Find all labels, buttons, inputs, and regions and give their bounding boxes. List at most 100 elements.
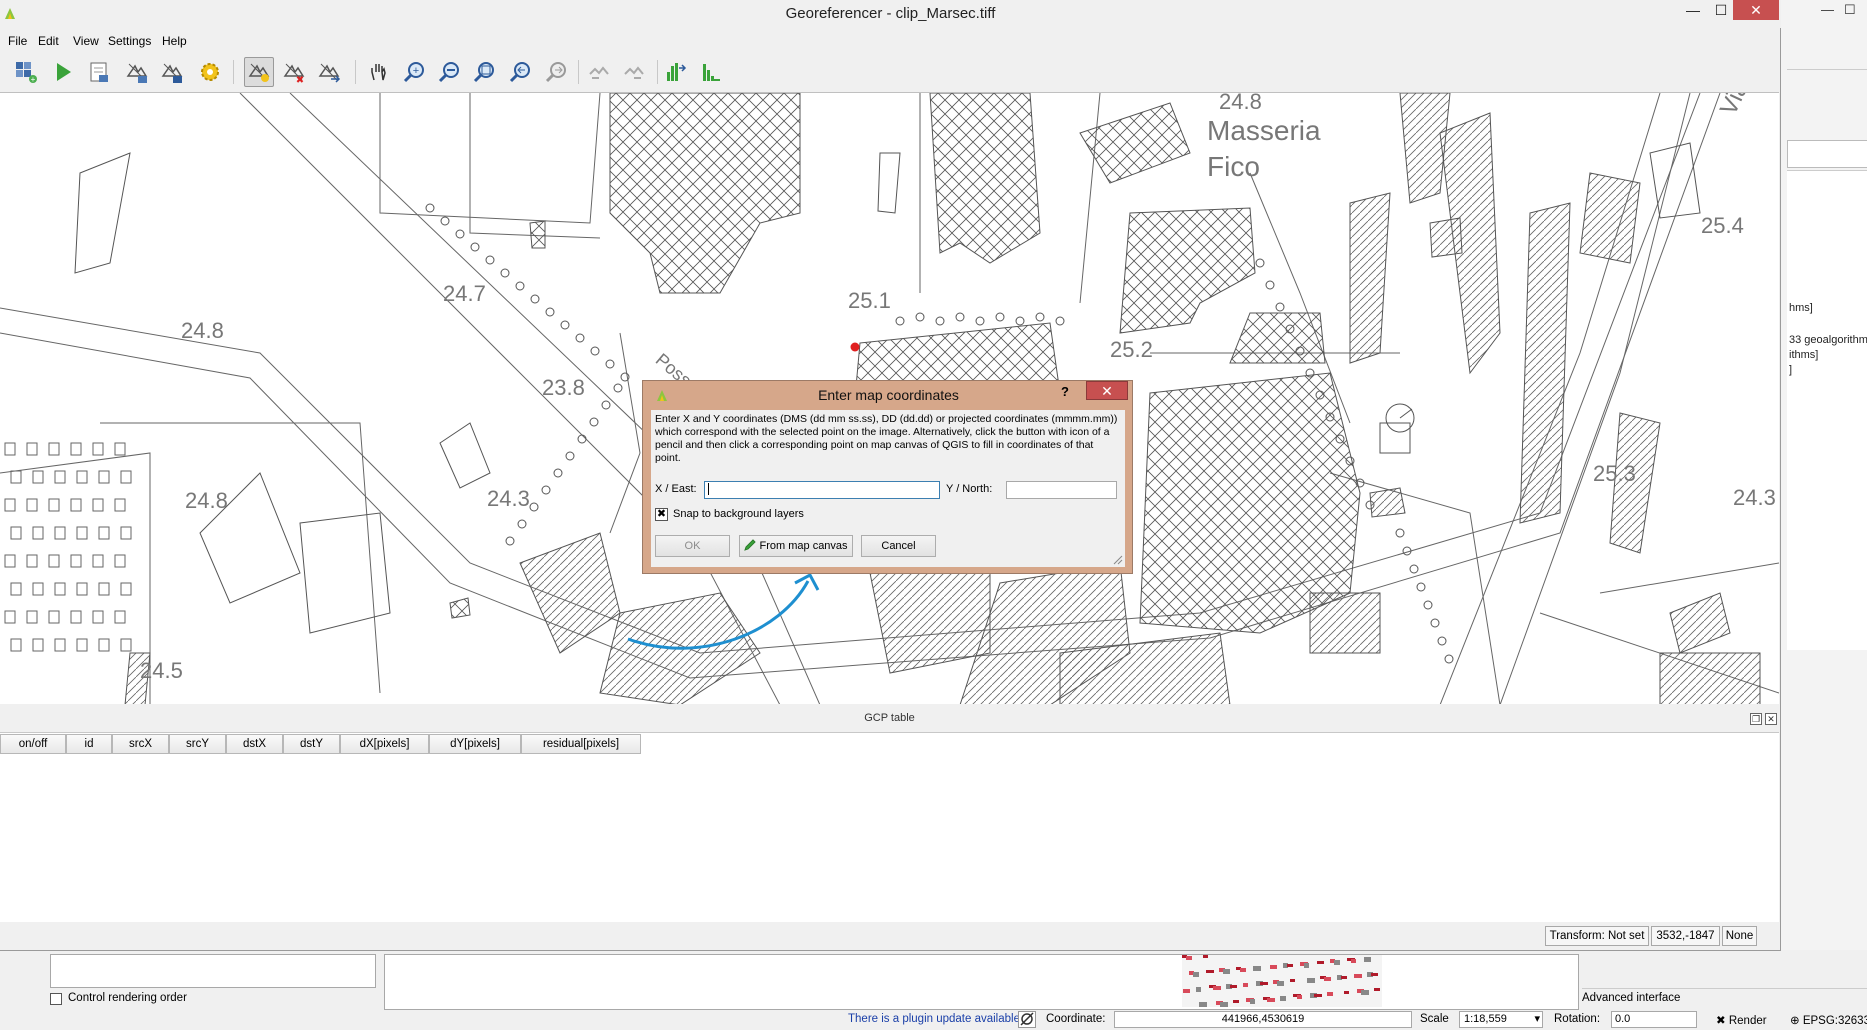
scale-label: Scale [1420,1013,1449,1025]
float-dock-icon[interactable]: ❐ [1750,713,1762,725]
crs-label[interactable]: None [1722,926,1757,946]
generate-gdal-script-icon[interactable] [84,57,114,87]
overview-panel[interactable] [384,954,1579,1010]
text-caret [708,483,709,496]
scale-value: 1:18,559 [1464,1013,1507,1025]
gcp-table-title: GCP table [864,712,915,724]
rotation-spinbox[interactable]: 0.0 [1611,1011,1697,1028]
map-label: 24.8 [181,318,224,343]
dialog-close-button[interactable]: ✕ [1086,381,1128,400]
toolbar-separator [355,60,356,84]
toolbox-item[interactable]: ithms] [1789,349,1818,361]
title-bar[interactable]: Georeferencer - clip_Marsec.tiff — ☐ ✕ [0,0,1781,28]
toolbar-separator [233,60,234,84]
toolbox-item[interactable]: hms] [1789,302,1813,314]
epsg-label: EPSG:32633 [1802,1015,1867,1027]
toolbar-separator [578,60,579,84]
render-row[interactable]: ✖ Render [1716,1013,1767,1027]
dialog-title-bar[interactable]: Enter map coordinates ? ✕ [643,381,1134,409]
column-header-dsty[interactable]: dstY [283,734,340,754]
x-east-label: X / East: [655,483,697,495]
coordinate-field[interactable]: 441966,4530619 [1114,1011,1412,1028]
zoom-in-icon[interactable]: + [399,57,429,87]
control-rendering-order-checkbox[interactable] [50,993,62,1005]
toolbox-item[interactable]: 33 geoalgorithms] [1789,334,1867,346]
map-label: 24.3 [487,486,530,511]
full-histogram-stretch-icon[interactable] [661,57,691,87]
render-label: Render [1728,1015,1767,1027]
gcp-table-dock-header[interactable]: GCP table ❐ ✕ [0,712,1779,727]
column-header-srcx[interactable]: srcX [112,734,169,754]
menu-view[interactable]: View [73,34,99,48]
map-label: 24.8 [185,488,228,513]
from-map-canvas-button[interactable]: From map canvas [739,535,853,557]
map-label: 24.7 [443,281,486,306]
toolbox-search-stub[interactable] [1787,140,1867,168]
column-header-residual[interactable]: residual[pixels] [521,734,641,754]
toolbox-item[interactable]: ] [1789,364,1792,376]
georeferencer-toolbar: + ✖ + [0,54,1781,90]
layer-order-list[interactable] [50,954,376,988]
local-histogram-stretch-icon[interactable] [696,57,726,87]
save-gcp-points-icon[interactable] [157,57,187,87]
close-dock-icon[interactable]: ✕ [1765,713,1777,725]
coordinate-label: Coordinate: [1046,1013,1106,1025]
x-east-input[interactable] [704,481,940,499]
link-qgis-to-georef-icon[interactable] [619,57,649,87]
gcp-table[interactable]: on/off id srcX srcY dstX dstY dX[pixels]… [0,732,1779,922]
transform-status: Transform: Not set [1545,926,1649,946]
menu-help[interactable]: Help [162,34,187,48]
zoom-next-icon[interactable] [541,57,571,87]
column-header-id[interactable]: id [66,734,112,754]
column-header-dstx[interactable]: dstX [226,734,283,754]
link-georef-to-qgis-icon[interactable] [584,57,614,87]
zoom-to-layer-icon[interactable] [469,57,499,87]
column-header-dx[interactable]: dX[pixels] [340,734,429,754]
plugin-update-link[interactable]: There is a plugin update available [848,1013,1020,1025]
dialog-description: Enter X and Y coordinates (DMS (dd mm ss… [655,413,1118,464]
open-raster-icon[interactable]: + [11,57,41,87]
coordinate-toggle-icon[interactable] [1018,1011,1036,1028]
transformation-settings-icon[interactable] [195,57,225,87]
cancel-button[interactable]: Cancel [861,535,936,557]
window-title: Georeferencer - clip_Marsec.tiff [785,5,996,22]
map-label: Fico [1207,151,1260,182]
menu-file[interactable]: File [8,34,27,48]
toolbar-separator [657,60,658,84]
menu-settings[interactable]: Settings [108,34,151,48]
zoom-last-icon[interactable] [505,57,535,87]
ok-button[interactable]: OK [655,535,730,557]
y-north-label: Y / North: [946,483,993,495]
advanced-interface-label[interactable]: Advanced interface [1582,988,1867,1008]
qgis-main-window-right-strip: —☐ hms] 33 geoalgorithms] ithms] ] [1780,0,1867,1029]
crs-status[interactable]: ⊕ EPSG:32633 [1790,1013,1867,1027]
map-label: 25.2 [1110,337,1153,362]
load-gcp-points-icon[interactable] [122,57,152,87]
close-button[interactable]: ✕ [1733,0,1779,20]
overview-map-thumbnail [1182,955,1392,1007]
start-georeferencing-icon[interactable] [48,57,78,87]
processing-toolbox-panel: hms] 33 geoalgorithms] ithms] ] [1787,170,1867,650]
resize-grip-icon[interactable] [1113,555,1123,565]
move-gcp-point-icon[interactable] [314,57,344,87]
column-header-srcy[interactable]: srcY [169,734,226,754]
snap-label[interactable]: Snap to background layers [673,508,804,520]
control-rendering-order-label: Control rendering order [68,992,187,1004]
menu-edit[interactable]: Edit [38,34,59,48]
add-point-icon[interactable] [244,57,274,87]
main-window-controls[interactable]: —☐ [1821,2,1866,18]
snap-checkbox[interactable]: ✖ [655,508,668,521]
zoom-out-icon[interactable] [434,57,464,87]
main-toolbar-stub [1787,40,1867,70]
delete-point-icon[interactable]: ✖ [279,57,309,87]
dialog-body: Enter X and Y coordinates (DMS (dd mm ss… [651,410,1125,567]
render-checkbox-icon[interactable]: ✖ [1716,1015,1726,1027]
help-button[interactable]: ? [1061,384,1069,399]
pan-icon[interactable] [363,57,393,87]
scale-combo[interactable]: 1:18,559 ▾ [1459,1011,1543,1028]
column-header-dy[interactable]: dY[pixels] [429,734,521,754]
svg-text:+: + [31,75,36,84]
y-north-input[interactable] [1006,481,1117,499]
column-header-on-off[interactable]: on/off [0,734,66,754]
map-label: 25.4 [1701,213,1744,238]
